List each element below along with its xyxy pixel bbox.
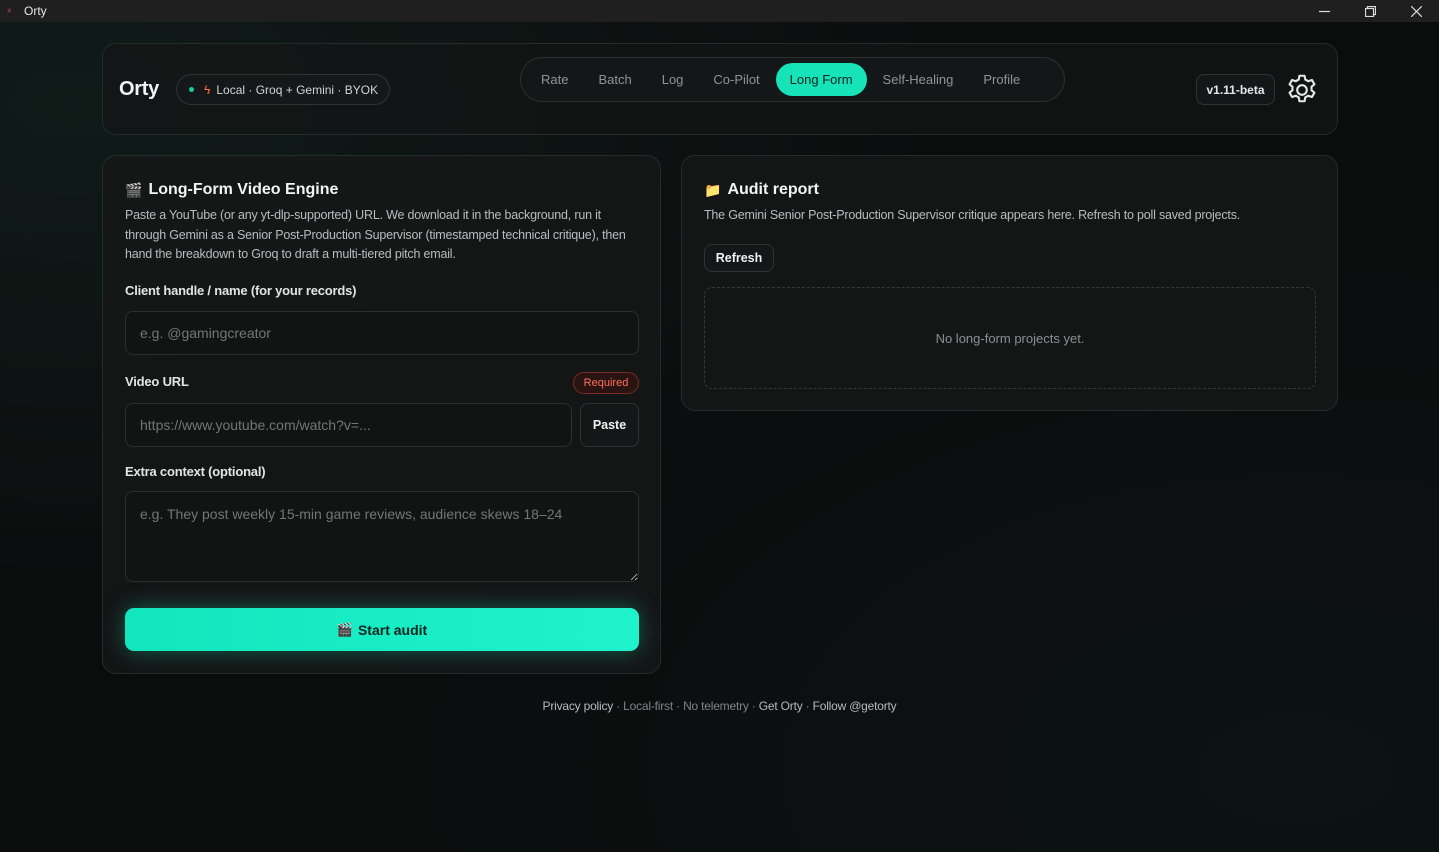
version-badge: v1.11-beta [1196, 74, 1275, 105]
no-telemetry-text: No telemetry [683, 699, 749, 713]
start-audit-label: Start audit [357, 621, 428, 638]
footer-separator: · [748, 699, 759, 713]
window-controls [1301, 0, 1439, 22]
get-orty-link[interactable]: Get Orty [759, 699, 803, 713]
window-titlebar: ⚡ Orty [0, 0, 1439, 22]
tab-self-healing[interactable]: Self-Healing [869, 63, 968, 96]
restore-icon[interactable] [1347, 0, 1393, 22]
start-audit-button[interactable]: 🎬 Start audit [125, 608, 639, 651]
footer-separator: · [802, 699, 813, 713]
client-handle-input[interactable] [125, 311, 639, 355]
audit-report-panel: 📁 Audit report The Gemini Senior Post-Pr… [681, 155, 1338, 411]
audit-report-title-text: Audit report [727, 181, 819, 198]
long-form-title-text: Long-Form Video Engine [148, 181, 339, 198]
status-dot [189, 87, 194, 92]
local-first-text: Local-first [623, 699, 673, 713]
long-form-title: 🎬 Long-Form Video Engine [125, 181, 338, 199]
app-header: Orty ϟ Local · Groq + Gemini · BYOK Rate… [102, 43, 1338, 135]
minimize-icon[interactable] [1301, 0, 1347, 22]
footer-separator: · [613, 699, 624, 713]
audit-report-description: The Gemini Senior Post-Production Superv… [704, 208, 1241, 222]
client-label: Client handle / name (for your records) [125, 283, 357, 298]
required-badge: Required [573, 372, 639, 394]
empty-state-text: No long-form projects yet. [935, 330, 1085, 346]
tab-co-pilot[interactable]: Co-Pilot [699, 63, 773, 96]
brand-logo[interactable]: Orty [119, 78, 159, 101]
footer-separator: · [672, 699, 684, 713]
tab-long-form[interactable]: Long Form [775, 63, 867, 96]
paste-button[interactable]: Paste [580, 403, 639, 447]
long-form-description: Paste a YouTube (or any yt-dlp-supported… [125, 208, 626, 261]
bolt-icon: ϟ [204, 82, 211, 97]
tab-rate[interactable]: Rate [527, 63, 582, 96]
video-url-input[interactable] [125, 403, 572, 447]
gear-icon[interactable] [1282, 70, 1322, 110]
window-title: Orty [24, 4, 47, 18]
refresh-button[interactable]: Refresh [704, 244, 774, 272]
long-form-panel: 🎬 Long-Form Video Engine Paste a YouTube… [102, 155, 661, 674]
clapperboard-icon: 🎬 [336, 621, 353, 637]
app-icon: ⚡ [6, 5, 13, 16]
mode-label: Local · Groq + Gemini · BYOK [216, 82, 379, 97]
mode-badge: ϟ Local · Groq + Gemini · BYOK [176, 74, 390, 105]
tab-log[interactable]: Log [648, 63, 698, 96]
audit-report-title: 📁 Audit report [704, 181, 819, 199]
extra-context-textarea[interactable] [125, 491, 639, 582]
main-tabs: Rate Batch Log Co-Pilot Long Form Self-H… [520, 57, 1065, 102]
tab-profile[interactable]: Profile [969, 63, 1034, 96]
video-url-label: Video URL [125, 374, 189, 389]
privacy-policy-link[interactable]: Privacy policy [543, 699, 614, 713]
clapperboard-icon: 🎬 [125, 181, 143, 198]
tab-batch[interactable]: Batch [584, 63, 645, 96]
empty-state: No long-form projects yet. [704, 287, 1316, 389]
close-icon[interactable] [1393, 0, 1439, 22]
follow-link[interactable]: Follow @getorty [813, 699, 897, 713]
footer: Privacy policy · Local-first · No teleme… [0, 699, 1439, 713]
extra-context-label: Extra context (optional) [125, 464, 266, 479]
folder-icon: 📁 [704, 181, 722, 198]
